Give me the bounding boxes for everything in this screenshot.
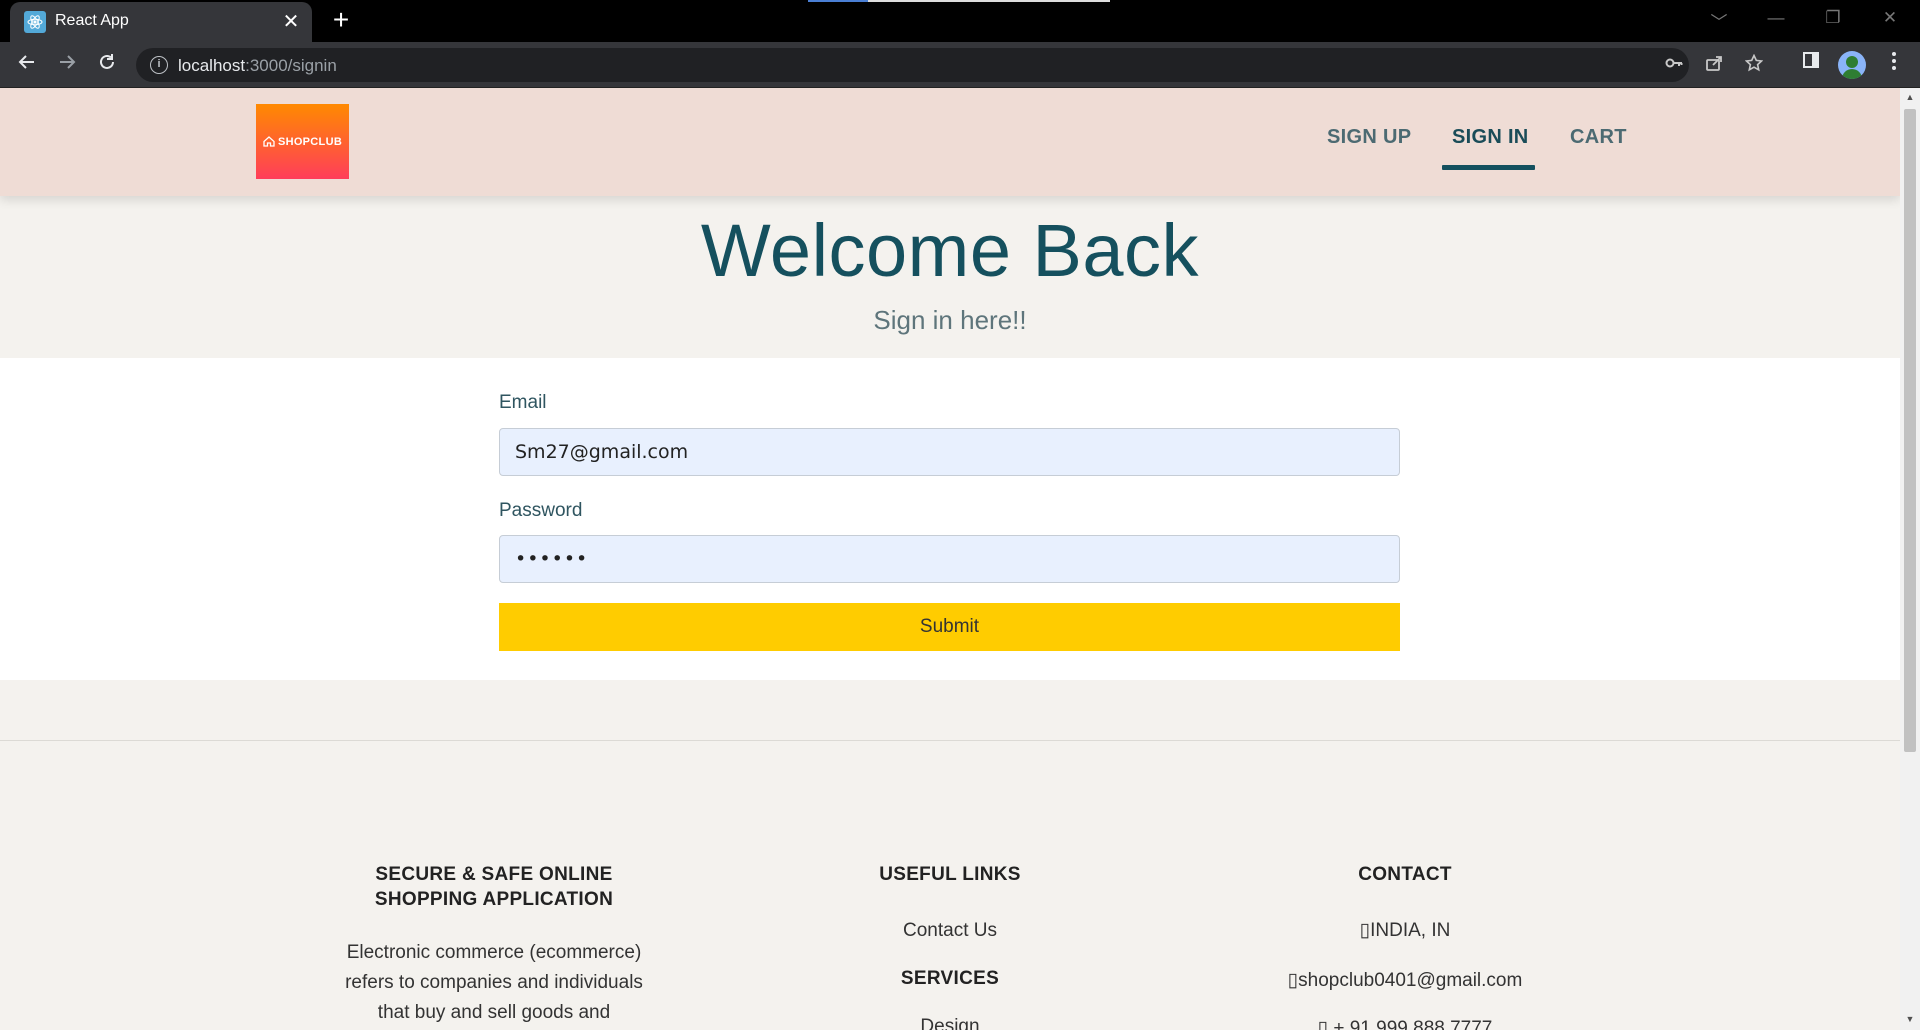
footer-contact-heading: CONTACT — [1358, 864, 1452, 885]
page-scrollbar[interactable]: ▲ ▼ — [1900, 88, 1920, 1030]
back-icon[interactable] — [12, 51, 42, 79]
loading-indicator-blue — [808, 0, 868, 2]
scroll-down-icon[interactable]: ▼ — [1905, 1014, 1915, 1024]
location-icon: ▯ — [1359, 920, 1371, 941]
share-icon[interactable] — [1702, 54, 1726, 76]
footer-about-text: Electronic commerce (ecommerce) refers t… — [294, 938, 694, 1028]
profile-head — [1846, 56, 1858, 68]
footer-services-heading: SERVICES — [900, 968, 1000, 989]
page-viewport: SHOPCLUB SIGN UP SIGN IN CART Welcome Ba… — [0, 88, 1900, 1030]
site-info-icon[interactable]: i — [150, 56, 168, 74]
kebab-menu-icon[interactable] — [1879, 51, 1909, 79]
nav-sign-in[interactable]: SIGN IN — [1452, 126, 1529, 149]
new-tab-button[interactable]: + — [326, 5, 356, 35]
site-header: SHOPCLUB SIGN UP SIGN IN CART — [0, 88, 1900, 196]
footer-service-design[interactable]: Design — [800, 1016, 1100, 1030]
shopclub-logo[interactable]: SHOPCLUB — [256, 104, 349, 179]
footer-about-text-line1: Electronic commerce (ecommerce) — [346, 942, 642, 963]
react-favicon-icon — [24, 11, 46, 33]
window-close-icon[interactable]: ✕ — [1872, 8, 1908, 32]
location-text: INDIA, IN — [1370, 920, 1451, 941]
browser-tab-bar: React App ✕ + ﹀ — ❐ ✕ — [0, 0, 1920, 42]
active-nav-indicator — [1442, 165, 1535, 170]
nav-cart[interactable]: CART — [1570, 126, 1627, 149]
footer-contact-location: ▯INDIA, IN — [1205, 916, 1605, 946]
url-text[interactable]: localhost:3000/signin — [178, 56, 337, 76]
footer-about-heading-line2: SHOPPING APPLICATION — [374, 889, 614, 910]
tab-title: React App — [55, 12, 129, 29]
footer-contact-phone: ▯ + 91 999 888 7777 — [1205, 1014, 1605, 1030]
tab-close-icon[interactable]: ✕ — [280, 9, 302, 33]
footer-about-text-line2: refers to companies and individuals — [345, 972, 643, 993]
phone-text: + 91 999 888 7777 — [1333, 1018, 1493, 1030]
key-icon[interactable] — [1662, 54, 1686, 76]
footer-about-text-line3: that buy and sell goods and — [377, 1002, 611, 1023]
email-label: Email — [499, 392, 547, 413]
email-text: shopclub0401@gmail.com — [1298, 970, 1523, 991]
loading-indicator-gray — [868, 0, 1110, 2]
profile-icon[interactable] — [1838, 51, 1866, 79]
nav-sign-up[interactable]: SIGN UP — [1327, 126, 1411, 149]
footer-about-heading-line1: SECURE & SAFE ONLINE — [375, 864, 613, 885]
scrollbar-thumb[interactable] — [1904, 109, 1916, 752]
home-icon — [263, 136, 275, 147]
url-path: :3000/signin — [245, 56, 337, 75]
tab-search-icon[interactable]: ﹀ — [1701, 8, 1737, 32]
minimize-icon[interactable]: — — [1758, 8, 1794, 32]
profile-body — [1842, 69, 1862, 79]
address-bar[interactable]: i localhost:3000/signin — [136, 48, 1764, 82]
password-field[interactable]: •••••• — [499, 535, 1400, 583]
footer-link-contact-us[interactable]: Contact Us — [800, 920, 1100, 942]
restore-icon[interactable]: ❐ — [1815, 8, 1851, 32]
scroll-up-icon[interactable]: ▲ — [1905, 92, 1915, 102]
footer-divider — [0, 740, 1900, 741]
email-field[interactable]: Sm27@gmail.com — [499, 428, 1400, 476]
phone-icon: ▯ — [1317, 1018, 1334, 1030]
page-title: Welcome Back — [700, 209, 1200, 292]
submit-button[interactable]: Submit — [499, 603, 1400, 651]
footer-useful-links-heading: USEFUL LINKS — [879, 864, 1021, 885]
email-icon: ▯ — [1287, 970, 1299, 991]
star-icon[interactable] — [1742, 53, 1766, 76]
footer-about-heading: SECURE & SAFE ONLINE SHOPPING APPLICATIO… — [294, 862, 694, 912]
browser-toolbar: i localhost:3000/signin — [0, 42, 1920, 88]
reload-icon[interactable] — [92, 51, 122, 79]
browser-tab-active[interactable]: React App ✕ — [10, 2, 312, 42]
footer-contact-email: ▯shopclub0401@gmail.com — [1205, 966, 1605, 996]
forward-icon[interactable] — [52, 51, 82, 79]
page-subtitle: Sign in here!! — [873, 305, 1027, 335]
password-label: Password — [499, 500, 583, 521]
logo-text: SHOPCLUB — [277, 135, 343, 148]
sidepanel-icon[interactable] — [1796, 51, 1826, 79]
url-host: localhost — [178, 56, 246, 75]
